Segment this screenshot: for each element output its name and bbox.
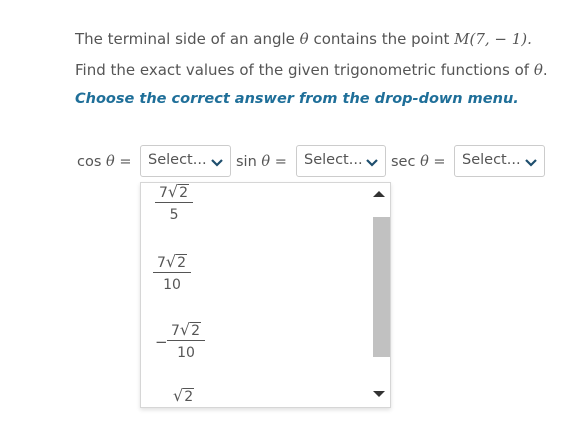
- radical: √2: [167, 182, 190, 202]
- fraction: 7√2 10: [153, 252, 192, 295]
- radicand: 2: [183, 388, 195, 405]
- dropdown-option[interactable]: 7√2 5: [141, 182, 361, 243]
- arrow-down-icon[interactable]: [373, 391, 385, 397]
- dropdown-scrollbar[interactable]: [368, 183, 390, 407]
- denominator: 10: [163, 277, 181, 293]
- sin-label: sin θ =: [236, 154, 287, 170]
- prompt-line-2: Find the exact values of the given trigo…: [75, 61, 548, 79]
- equals-sign: =: [114, 154, 132, 170]
- numerator: 7√2: [153, 252, 192, 273]
- cos-select-value: Select...: [148, 152, 207, 168]
- sec-label: sec θ =: [391, 154, 446, 170]
- radicand: 2: [176, 254, 188, 271]
- radical-sign: √: [179, 320, 191, 339]
- radical-sign: √: [167, 182, 179, 201]
- theta-symbol: θ: [106, 154, 115, 170]
- chevron-down-icon: [366, 159, 378, 167]
- theta-symbol: θ: [299, 30, 309, 48]
- radical: √2: [165, 252, 188, 272]
- coefficient: 7: [171, 323, 180, 339]
- dropdown-option[interactable]: − 7√2 10: [141, 315, 361, 379]
- prompt-line-1: The terminal side of an angle θ contains…: [75, 30, 532, 48]
- numerator: 7√2: [167, 320, 206, 341]
- arrow-up-icon[interactable]: [373, 191, 385, 197]
- chevron-down-icon: [211, 159, 223, 167]
- fraction: 7√2 10: [167, 320, 206, 363]
- dropdown-option[interactable]: √2: [141, 383, 361, 407]
- prompt-text: The terminal side of an angle: [75, 30, 300, 48]
- radical: √2: [173, 386, 195, 406]
- sec-select-value: Select...: [462, 152, 521, 168]
- prompt-text: contains the point: [308, 30, 455, 48]
- func-name: cos: [77, 154, 107, 170]
- negative-sign: −: [155, 333, 168, 351]
- radical-sign: √: [173, 386, 184, 405]
- question-row: cos θ = Select... sin θ = Select... sec …: [0, 145, 587, 179]
- fraction: 7√2 5: [155, 182, 194, 225]
- func-name: sin: [236, 154, 262, 170]
- equals-sign: =: [428, 154, 446, 170]
- sec-select[interactable]: Select...: [454, 145, 545, 177]
- numerator: √2: [169, 387, 198, 406]
- radicand: 2: [178, 184, 190, 201]
- prompt-text: .: [542, 61, 548, 79]
- radical-sign: √: [165, 252, 177, 271]
- equals-sign: =: [270, 154, 287, 170]
- coefficient: 7: [157, 255, 166, 271]
- func-name: sec: [391, 154, 421, 170]
- radical: √2: [179, 320, 202, 340]
- point-expression: M(7, − 1).: [454, 30, 532, 48]
- instruction-text: Choose the correct answer from the drop-…: [75, 91, 519, 107]
- dropdown-option[interactable]: 7√2 10: [141, 247, 361, 311]
- theta-symbol: θ: [533, 61, 543, 79]
- denominator: 10: [177, 345, 195, 361]
- radicand: 2: [190, 322, 202, 339]
- coefficient: 7: [159, 185, 168, 201]
- cos-dropdown-list: 7√2 5 7√2 10 − 7√2 10 √2: [140, 182, 391, 408]
- scrollbar-thumb[interactable]: [373, 217, 390, 357]
- theta-symbol: θ: [420, 154, 429, 170]
- numerator: 7√2: [155, 182, 194, 203]
- prompt-text: Find the exact values of the given trigo…: [75, 61, 534, 79]
- sin-select-value: Select...: [304, 152, 363, 168]
- theta-symbol: θ: [261, 154, 271, 170]
- fraction: √2: [169, 387, 198, 406]
- chevron-down-icon: [525, 159, 537, 167]
- denominator: 5: [169, 207, 179, 223]
- cos-label: cos θ =: [77, 154, 132, 170]
- cos-select[interactable]: Select...: [140, 145, 231, 177]
- sin-select[interactable]: Select...: [296, 145, 386, 177]
